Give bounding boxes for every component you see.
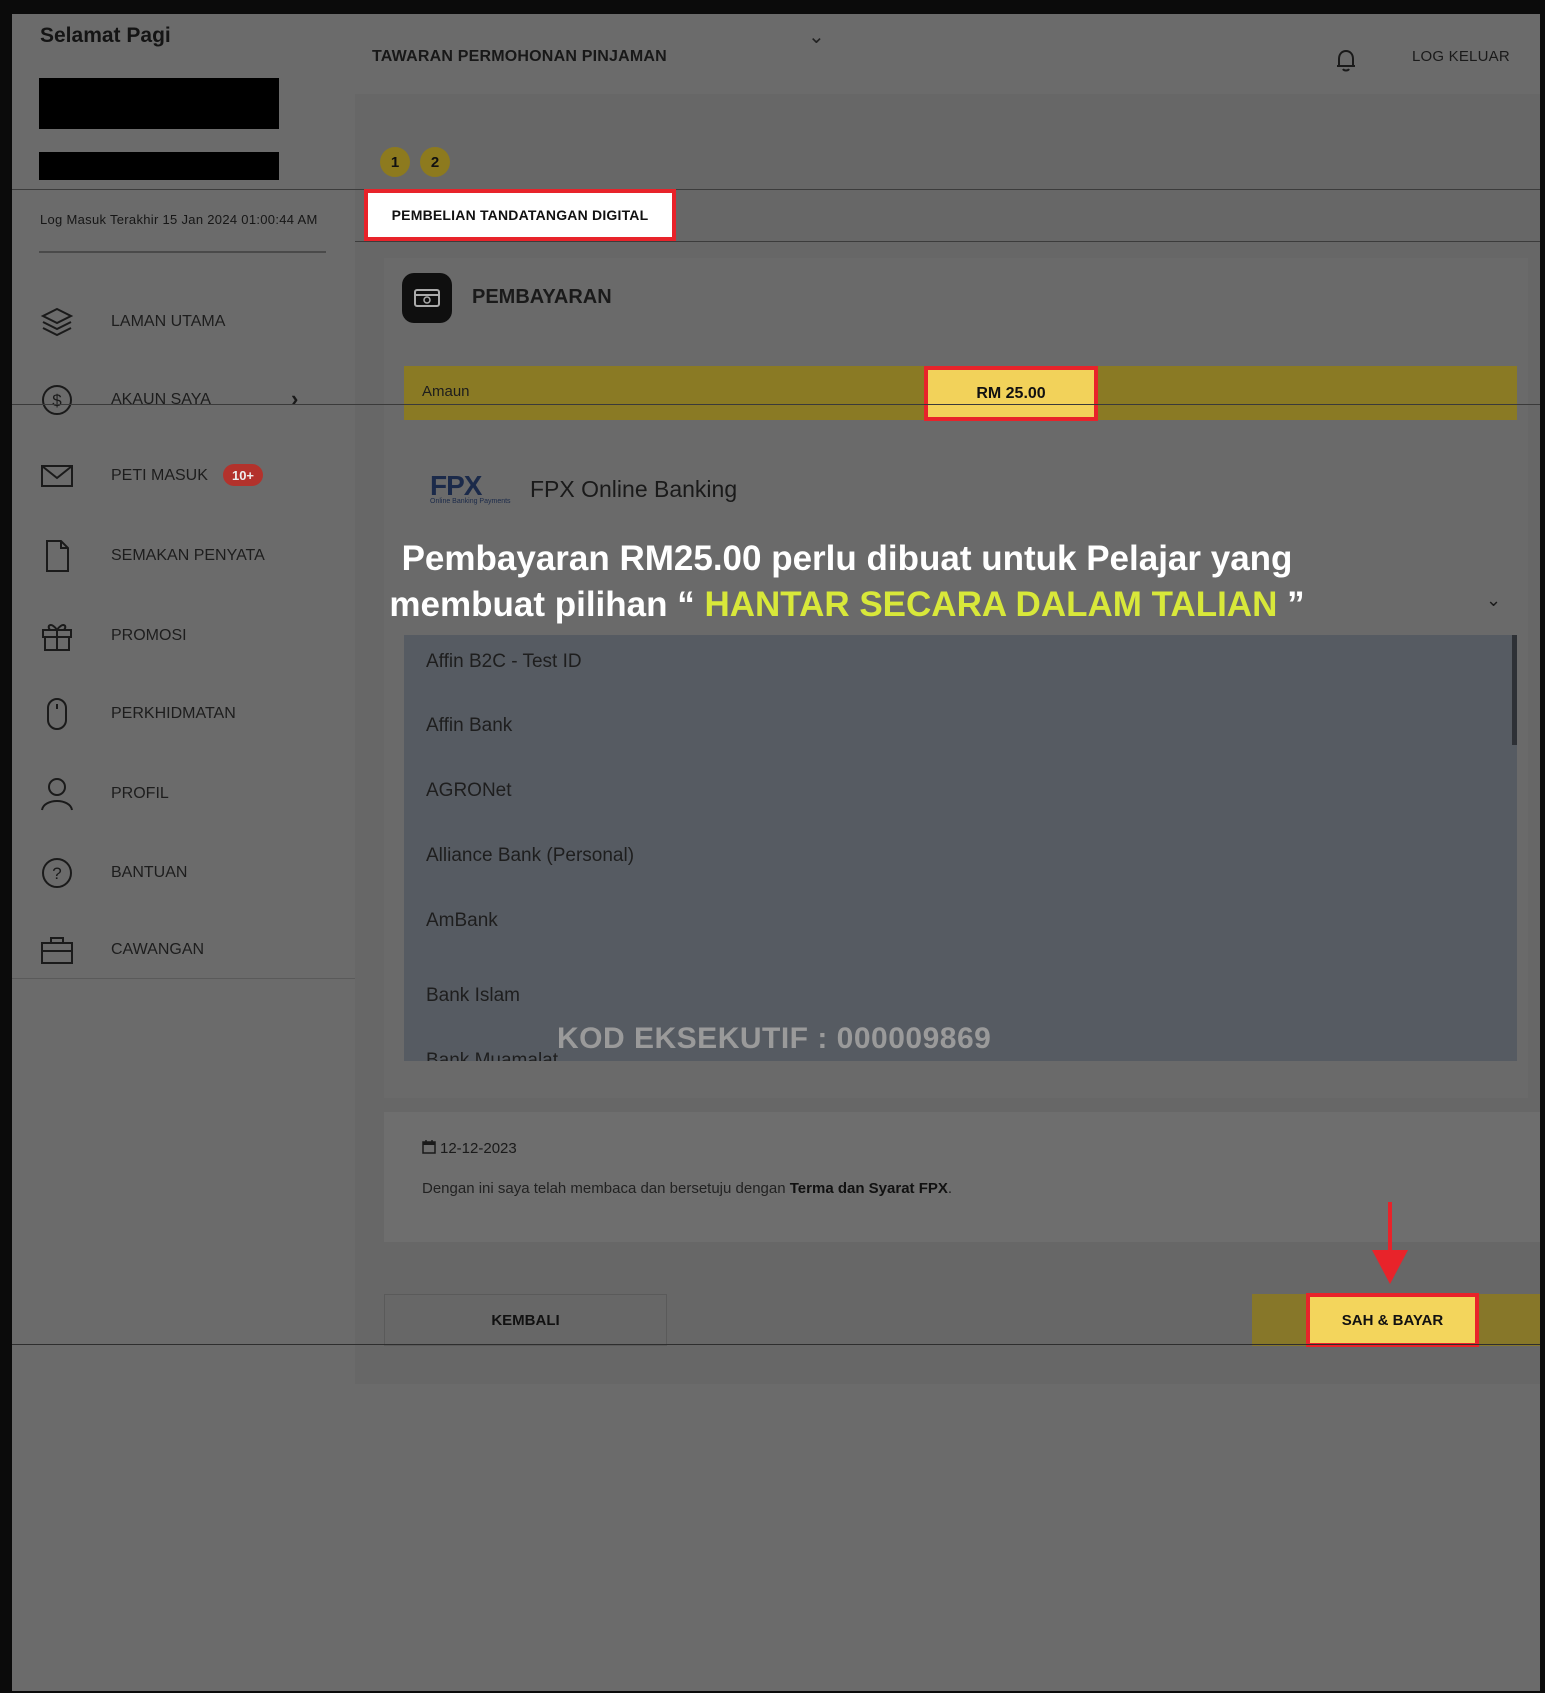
instruction-line-2: membuat pilihan “ HANTAR SECARA DALAM TA… (362, 582, 1332, 628)
page-title: TAWARAN PERMOHONAN PINJAMAN (372, 48, 667, 65)
svg-text:$: $ (52, 391, 62, 410)
layers-icon (39, 304, 75, 340)
sidebar-item-perkhidmatan[interactable]: PERKHIDMATAN (39, 692, 236, 736)
list-item[interactable]: Affin Bank (426, 715, 512, 737)
mail-icon (39, 458, 75, 494)
chevron-down-icon[interactable]: ⌄ (808, 24, 825, 49)
list-item[interactable]: AmBank (426, 910, 498, 932)
terms-card (384, 1112, 1540, 1242)
sidebar-item-promosi[interactable]: PROMOSI (39, 614, 187, 658)
sidebar-item-label: AKAUN SAYA (111, 391, 211, 408)
briefcase-icon (39, 932, 75, 968)
bank-select-list[interactable]: Affin B2C - Test ID Affin Bank AGRONet A… (404, 635, 1517, 1061)
date-row: 12-12-2023 (422, 1139, 517, 1158)
divider (12, 1344, 1540, 1345)
chevron-down-icon[interactable]: ⌄ (1486, 590, 1501, 611)
terms-link[interactable]: Terma dan Syarat FPX (790, 1180, 948, 1197)
list-item[interactable]: Affin B2C - Test ID (426, 651, 582, 673)
logout-link[interactable]: LOG KELUAR (1412, 48, 1510, 65)
tab-pembelian-tandatangan-digital[interactable]: PEMBELIAN TANDATANGAN DIGITAL (364, 189, 676, 241)
dollar-circle-icon: $ (39, 382, 75, 418)
executive-code-watermark: KOD EKSEKUTIF : 000009869 (557, 1022, 992, 1055)
terms-suffix: . (947, 1180, 953, 1197)
instruction-line-1: Pembayaran RM25.00 perlu dibuat untuk Pe… (401, 539, 1293, 578)
last-login-text: Log Masuk Terakhir 15 Jan 2024 01:00:44 … (40, 212, 318, 227)
redacted-name (39, 78, 279, 129)
fpx-logo: FPX Online Banking Payments (430, 470, 520, 518)
unread-badge: 10+ (223, 464, 263, 486)
payment-title: PEMBAYARAN (472, 286, 612, 308)
list-item[interactable]: AGRONet (426, 780, 512, 802)
scrollbar[interactable] (1512, 635, 1517, 745)
divider (39, 251, 326, 253)
sidebar-item-cawangan[interactable]: CAWANGAN (39, 928, 204, 972)
arrow-down-icon (1370, 1202, 1410, 1286)
instruction-line-2-prefix: membuat pilihan “ (389, 585, 705, 624)
sidebar-item-akaun-saya[interactable]: $ AKAUN SAYA › (39, 378, 298, 422)
app-window: Selamat Pagi Log Masuk Terakhir 15 Jan 2… (12, 14, 1540, 1691)
divider (12, 978, 355, 979)
sidebar-item-laman-utama[interactable]: LAMAN UTAMA (39, 300, 225, 344)
sidebar-item-label: PETI MASUK (111, 467, 208, 484)
sidebar-item-label: CAWANGAN (111, 941, 205, 958)
date-text: 12-12-2023 (440, 1140, 517, 1157)
fpx-title: FPX Online Banking (530, 476, 738, 502)
instruction-overlay: Pembayaran RM25.00 perlu dibuat untuk Pe… (362, 536, 1332, 628)
step-indicator-2[interactable]: 2 (420, 147, 450, 177)
terms-text: Dengan ini saya telah membaca dan berset… (422, 1180, 952, 1197)
back-button[interactable]: KEMBALI (384, 1294, 667, 1346)
divider (355, 241, 1540, 242)
list-item[interactable]: Bank Islam (426, 985, 520, 1007)
sidebar-item-bantuan[interactable]: ? BANTUAN (39, 851, 187, 895)
sidebar-item-label: LAMAN UTAMA (111, 313, 226, 330)
sidebar-item-label: SEMAKAN PENYATA (111, 547, 265, 564)
greeting-text: Selamat Pagi (40, 24, 171, 47)
help-icon: ? (39, 855, 75, 891)
redacted-id (39, 152, 279, 180)
sidebar-item-label: PROFIL (111, 785, 169, 802)
fpx-logo-subtitle: Online Banking Payments (430, 498, 511, 505)
terms-prefix: Dengan ini saya telah membaca dan berset… (422, 1180, 790, 1197)
gift-icon (39, 618, 75, 654)
svg-text:?: ? (52, 864, 61, 883)
amount-label: Amaun (422, 383, 470, 400)
sidebar-item-peti-masuk[interactable]: PETI MASUK 10+ (39, 454, 263, 498)
sidebar-item-label: PROMOSI (111, 627, 187, 644)
document-icon (39, 538, 75, 574)
sidebar-item-semakan-penyata[interactable]: SEMAKAN PENYATA (39, 534, 265, 578)
user-icon (39, 776, 75, 812)
confirm-pay-button[interactable]: SAH & BAYAR (1306, 1293, 1479, 1347)
mouse-icon (39, 696, 75, 732)
sidebar-item-label: BANTUAN (111, 864, 188, 881)
amount-value: RM 25.00 (924, 366, 1098, 421)
chevron-right-icon[interactable]: › (291, 386, 298, 412)
list-item[interactable]: Alliance Bank (Personal) (426, 845, 634, 867)
step-indicator-1[interactable]: 1 (380, 147, 410, 177)
list-item[interactable]: Bank Muamalat (426, 1050, 558, 1061)
divider (12, 189, 1540, 190)
bell-icon[interactable] (1332, 46, 1360, 74)
instruction-highlight: HANTAR SECARA DALAM TALIAN (704, 585, 1278, 624)
divider (12, 404, 1540, 405)
sidebar-item-label: PERKHIDMATAN (111, 705, 236, 722)
instruction-line-2-suffix: ” (1277, 585, 1305, 624)
sidebar-item-profil[interactable]: PROFIL (39, 772, 169, 816)
calendar-icon (422, 1139, 436, 1158)
sidebar: Selamat Pagi Log Masuk Terakhir 15 Jan 2… (12, 14, 355, 979)
payment-card-icon (402, 273, 452, 323)
